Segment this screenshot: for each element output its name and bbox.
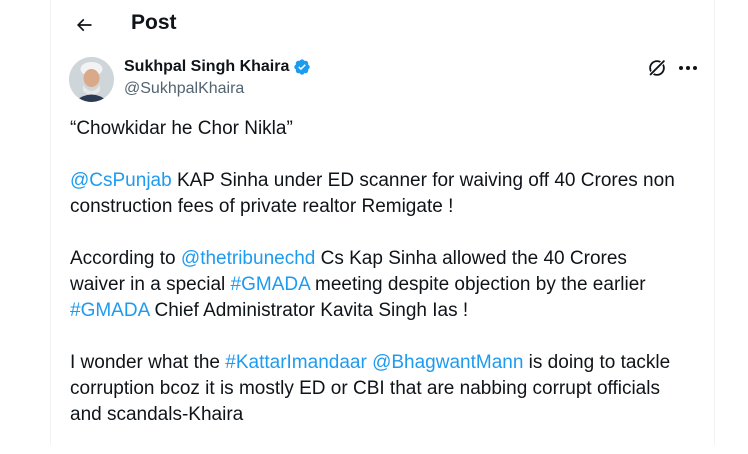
- avatar-image: [69, 57, 114, 102]
- avatar[interactable]: [69, 57, 114, 102]
- hashtag-link[interactable]: #GMADA: [70, 300, 149, 321]
- post-paragraph: According to @thetribunechd Cs Kap Sinha…: [70, 248, 646, 321]
- mention-link[interactable]: @CsPunjab: [70, 170, 172, 191]
- author-name[interactable]: Sukhpal Singh Khaira: [124, 58, 289, 76]
- mention-link[interactable]: @thetribunechd: [181, 248, 315, 269]
- mention-link[interactable]: @BhagwantMann: [372, 352, 523, 373]
- post-paragraph: “Chowkidar he Chor Nikla”: [70, 118, 293, 139]
- hashtag-link[interactable]: #GMADA: [231, 274, 310, 295]
- author-handle[interactable]: @SukhpalKhaira: [124, 80, 244, 98]
- post-paragraph: I wonder what the #KattarImandaar @Bhagw…: [70, 352, 671, 425]
- author-name-row: Sukhpal Singh Khaira: [124, 58, 311, 76]
- verified-badge-icon: [294, 59, 311, 75]
- back-button[interactable]: [69, 10, 99, 40]
- grok-icon[interactable]: [646, 57, 668, 79]
- hashtag-link[interactable]: #KattarImandaar: [225, 352, 367, 373]
- post-header: Post: [51, 0, 714, 50]
- post-text: “Chowkidar he Chor Nikla” @CsPunjab KAP …: [70, 116, 700, 454]
- more-icon[interactable]: [676, 57, 700, 79]
- page-title: Post: [131, 11, 177, 34]
- post-paragraph: @CsPunjab KAP Sinha under ED scanner for…: [70, 170, 675, 217]
- post-column: Post Sukhpal Singh Khaira @SukhpalKhaira…: [50, 0, 715, 445]
- arrow-left-icon: [76, 18, 92, 32]
